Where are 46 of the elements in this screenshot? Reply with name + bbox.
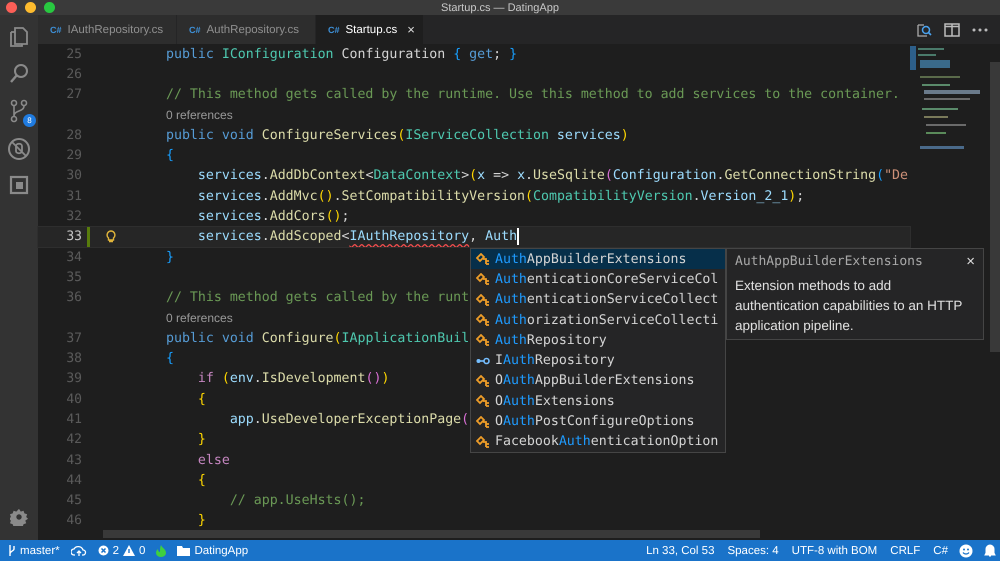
line-number: 46: [65, 513, 82, 528]
line-number: 39: [65, 371, 82, 386]
code-line: public void ConfigureServices(IServiceCollection services): [166, 128, 629, 143]
line-number: 38: [65, 351, 82, 366]
line-number: 43: [65, 452, 82, 468]
line-number: 30: [65, 168, 82, 184]
code-line: // This method gets called by the runt: [166, 290, 470, 306]
code-line: services.AddDbContext<DataContext>(x => x.UseSqlite(Configuration.GetConnectionString("De: [196, 168, 908, 184]
code-line: // This method gets called by the runtime. Use this method to add services to the container.: [166, 87, 900, 102]
code-line: services.AddCors();: [196, 209, 350, 224]
line-number: 37: [65, 330, 82, 346]
line-number: 45: [65, 493, 82, 508]
line-number: 31: [65, 188, 82, 204]
code-line: public IConfiguration Configuration { get; }: [166, 46, 518, 62]
badge: 8: [23, 114, 36, 127]
line-number: 28: [65, 128, 82, 143]
line-number: 42: [65, 432, 82, 448]
code-line: {: [196, 392, 206, 407]
code-line: }: [196, 432, 206, 448]
details-description: Extension methods to add authentication capabilities to an HTTP application pipeline.: [735, 277, 964, 335]
code-line: if (env.IsDevelopment()): [196, 371, 390, 386]
line-number: 40: [65, 392, 82, 407]
line-number: 32: [65, 209, 82, 224]
code-line: services.AddScoped<IAuthRepository, Auth: [196, 229, 518, 244]
code-line: services.AddMvc().SetCompatibilityVersion(CompatibilityVersion.Version_2_1);: [196, 188, 804, 204]
line-number: 41: [65, 412, 82, 427]
code-line: public void Configure(IApplicationBuil: [166, 330, 470, 346]
code-line: }: [196, 513, 206, 528]
code-line: app.UseDeveloperExceptionPage(: [228, 412, 470, 427]
line-number: 25: [65, 46, 82, 62]
line-number: 26: [65, 66, 82, 82]
line-number: 33: [65, 229, 82, 244]
line-number: 36: [65, 290, 82, 306]
line-number: 34: [65, 250, 82, 265]
line-number: 44: [65, 472, 82, 488]
code-line: {: [166, 148, 174, 164]
code-line: {: [196, 472, 206, 488]
code-line: // app.UseHsts();: [228, 493, 366, 508]
line-number: 27: [65, 87, 82, 102]
window-title: Startup.cs — DatingApp: [440, 2, 559, 14]
line-number: 35: [65, 270, 82, 285]
code-line: {: [166, 351, 174, 366]
code-line: else: [196, 452, 230, 468]
details-title: AuthAppBuilderExtensions: [735, 254, 923, 269]
code-line: }: [166, 250, 174, 265]
line-number: 29: [65, 148, 82, 164]
